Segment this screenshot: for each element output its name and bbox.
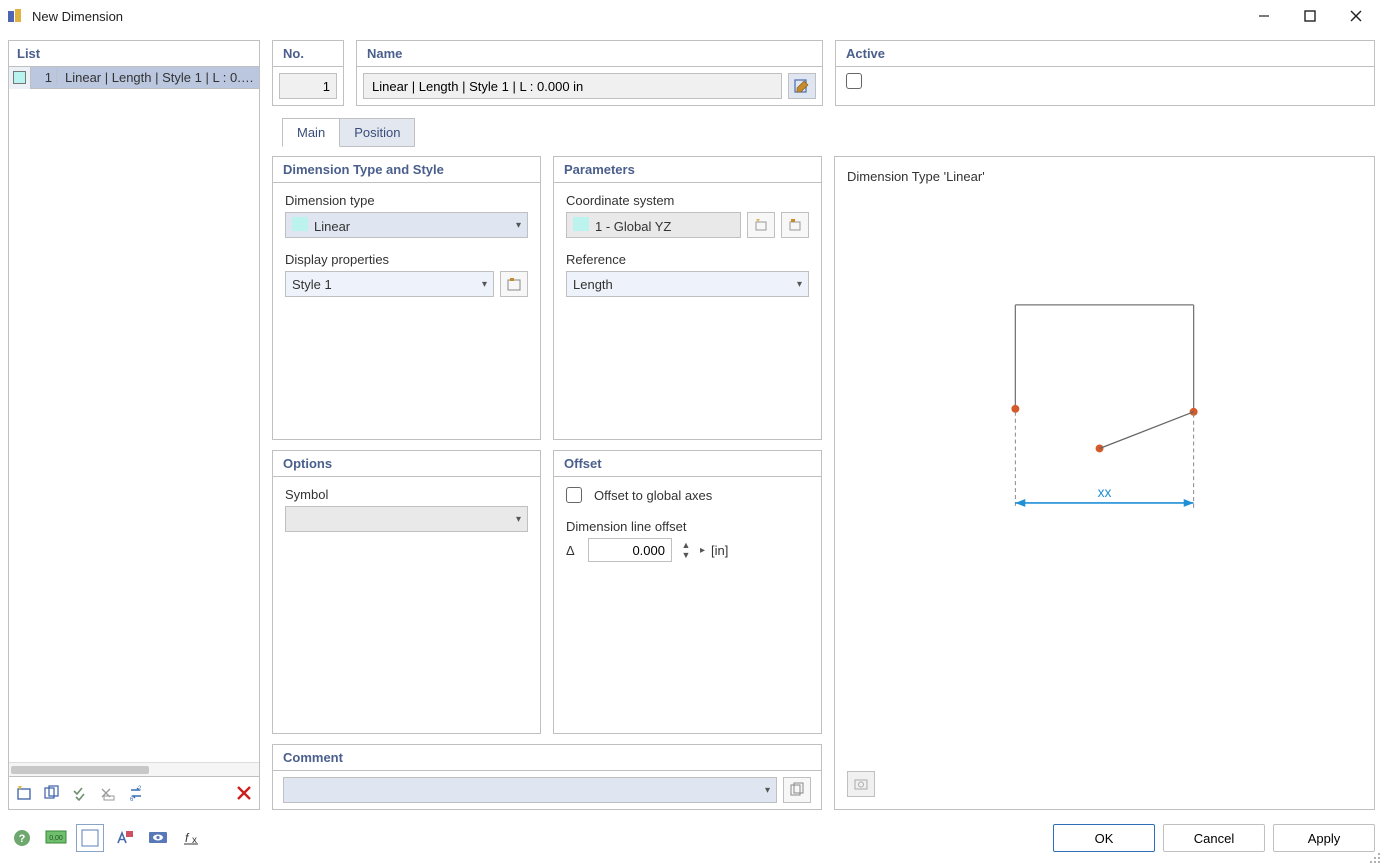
offset-global-checkbox[interactable] <box>566 487 582 503</box>
dimension-type-select[interactable]: Linear ▾ <box>285 212 528 238</box>
coordinate-system-label: Coordinate system <box>566 193 809 208</box>
coord-color-icon <box>573 217 589 231</box>
name-panel: Name <box>356 40 823 106</box>
preview-xx: xx <box>1098 484 1112 500</box>
row-text: Linear | Length | Style 1 | L : 0.000 in <box>61 70 259 85</box>
minimize-button[interactable] <box>1241 1 1287 31</box>
reference-label: Reference <box>566 252 809 267</box>
list-hscrollbar[interactable] <box>9 762 259 776</box>
dimension-type-value: Linear <box>314 219 350 234</box>
reference-select[interactable]: Length ▾ <box>566 271 809 297</box>
delta-symbol: Δ <box>566 543 582 558</box>
list-toolbar: 26 <box>9 776 259 809</box>
preview-title: Dimension Type 'Linear' <box>847 169 1362 184</box>
active-panel: Active <box>835 40 1375 106</box>
row-index: 1 <box>35 70 57 85</box>
tab-main[interactable]: Main <box>282 118 340 147</box>
no-panel: No. <box>272 40 344 106</box>
row-color-icon <box>13 71 26 84</box>
no-input[interactable] <box>279 73 337 99</box>
resize-grip-icon[interactable] <box>1367 850 1381 864</box>
uncheck-all-button[interactable] <box>97 782 119 804</box>
tab-bar: Main Position <box>272 118 1375 147</box>
fx-button[interactable]: fx <box>178 824 206 852</box>
options-panel: Options Symbol ▾ <box>272 450 541 734</box>
window-title: New Dimension <box>32 9 123 24</box>
coordinate-system-value: 1 - Global YZ <box>595 219 671 234</box>
ok-button[interactable]: OK <box>1053 824 1155 852</box>
apply-button[interactable]: Apply <box>1273 824 1375 852</box>
spin-up-button[interactable]: ▲ <box>678 540 694 550</box>
parameters-panel: Parameters Coordinate system 1 - Global … <box>553 156 822 440</box>
name-label: Name <box>357 41 822 67</box>
dim-offset-unit: [in] <box>711 543 728 558</box>
preview-illustration: xx <box>847 184 1362 604</box>
help-button[interactable]: ? <box>8 824 36 852</box>
svg-text:?: ? <box>19 833 26 845</box>
spin-down-button[interactable]: ▼ <box>678 550 694 560</box>
comment-title: Comment <box>273 745 821 771</box>
list-panel: List 1 Linear | Length | Style 1 | L : 0… <box>8 40 260 810</box>
symbol-label: Symbol <box>285 487 528 502</box>
dim-offset-input[interactable] <box>588 538 672 562</box>
app-icon <box>6 7 24 25</box>
offset-panel: Offset Offset to global axes Dimension l… <box>553 450 822 734</box>
view-button[interactable] <box>144 824 172 852</box>
preview-panel: Dimension Type 'Linear' x <box>834 156 1375 810</box>
comment-panel: Comment ▾ <box>272 744 822 810</box>
units-button[interactable]: 0,00 <box>42 824 70 852</box>
parameters-title: Parameters <box>554 157 821 183</box>
svg-text:6: 6 <box>130 797 134 802</box>
spin-picker-icon[interactable]: ▸ <box>700 545 705 556</box>
list-row[interactable]: 1 Linear | Length | Style 1 | L : 0.000 … <box>9 67 259 89</box>
bottom-bar: ? 0,00 fx OK Cancel Apply <box>8 818 1375 858</box>
no-label: No. <box>273 41 343 67</box>
chevron-down-icon: ▾ <box>516 514 521 525</box>
chevron-down-icon: ▾ <box>482 279 487 290</box>
dimension-type-label: Dimension type <box>285 193 528 208</box>
coordinate-system-select[interactable]: 1 - Global YZ <box>566 212 741 238</box>
duplicate-item-button[interactable] <box>41 782 63 804</box>
symbol-select[interactable]: ▾ <box>285 506 528 532</box>
svg-text:2: 2 <box>138 786 142 792</box>
delete-item-button[interactable] <box>233 782 255 804</box>
chevron-down-icon: ▾ <box>765 785 770 796</box>
dim-offset-label: Dimension line offset <box>566 519 809 534</box>
new-item-button[interactable] <box>13 782 35 804</box>
coord-new-button[interactable] <box>747 212 775 238</box>
type-style-title: Dimension Type and Style <box>273 157 540 183</box>
preview-settings-button[interactable] <box>847 771 875 797</box>
close-button[interactable] <box>1333 1 1379 31</box>
maximize-button[interactable] <box>1287 1 1333 31</box>
text-style-button[interactable] <box>110 824 138 852</box>
options-title: Options <box>273 451 540 477</box>
reference-value: Length <box>573 277 613 292</box>
swap-button[interactable]: 26 <box>125 782 147 804</box>
comment-select[interactable]: ▾ <box>283 777 777 803</box>
coord-edit-button[interactable] <box>781 212 809 238</box>
display-properties-select[interactable]: Style 1 ▾ <box>285 271 494 297</box>
type-style-panel: Dimension Type and Style Dimension type … <box>272 156 541 440</box>
name-input[interactable] <box>363 73 782 99</box>
display-properties-edit-button[interactable] <box>500 271 528 297</box>
display-properties-label: Display properties <box>285 252 528 267</box>
check-all-button[interactable] <box>69 782 91 804</box>
tab-position[interactable]: Position <box>340 118 415 147</box>
offset-global-label: Offset to global axes <box>594 488 712 503</box>
svg-text:0,00: 0,00 <box>49 835 63 842</box>
cancel-button[interactable]: Cancel <box>1163 824 1265 852</box>
svg-text:f: f <box>185 831 190 845</box>
comment-libary-button[interactable] <box>783 777 811 803</box>
edit-name-button[interactable] <box>788 73 816 99</box>
titlebar: New Dimension <box>0 0 1383 32</box>
chevron-down-icon: ▾ <box>516 220 521 231</box>
chevron-down-icon: ▾ <box>797 279 802 290</box>
active-checkbox[interactable] <box>846 73 862 89</box>
display-properties-value: Style 1 <box>292 277 332 292</box>
type-color-icon <box>292 217 308 231</box>
grid-toggle-button[interactable] <box>76 824 104 852</box>
offset-title: Offset <box>554 451 821 477</box>
active-label: Active <box>836 41 1374 67</box>
list-header: List <box>9 41 259 67</box>
